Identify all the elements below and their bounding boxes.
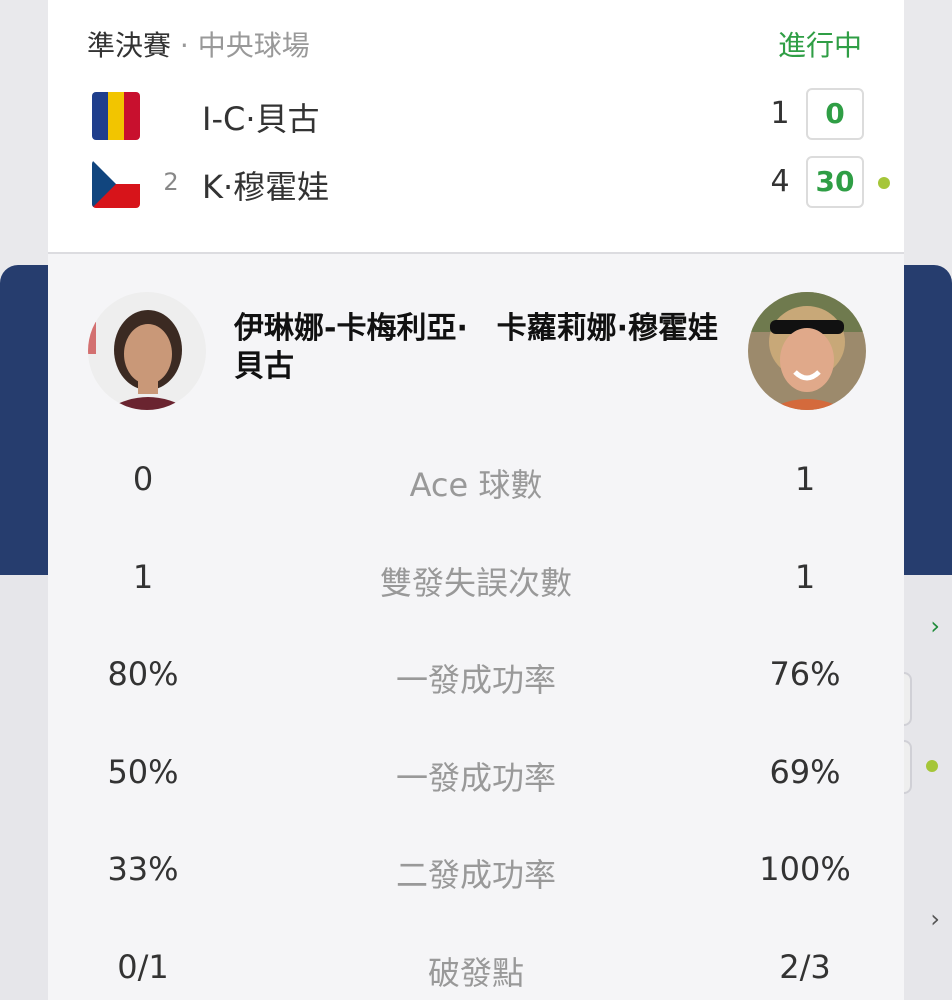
match-detail-panel: 準決賽 · 中央球場 進行中 I-C·貝古 1 0 2 K·穆霍娃 4 30 伊… (48, 0, 904, 1000)
stat-left-value: 0 (132, 460, 154, 498)
czech-flag-icon (92, 160, 140, 208)
player-profiles: 伊琳娜-卡梅利亞·貝古 卡蘿莉娜·穆霍娃 (48, 292, 904, 412)
player-score-row[interactable]: 2 K·穆霍娃 4 30 (48, 154, 904, 214)
match-score-header[interactable]: 準決賽 · 中央球場 進行中 I-C·貝古 1 0 2 K·穆霍娃 4 30 (48, 0, 904, 254)
player-name: K·穆霍娃 (202, 168, 330, 206)
stat-right-value: 1 (794, 460, 816, 498)
round-separator: · (171, 29, 198, 62)
match-status: 進行中 (777, 29, 862, 62)
stat-label: Ace 球數 (409, 466, 543, 504)
stat-left-value: 33% (107, 850, 179, 888)
match-round-info: 準決賽 · 中央球場 (87, 24, 310, 64)
stat-left-value: 50% (107, 752, 179, 791)
player-full-name: 卡蘿莉娜·穆霍娃 (496, 311, 718, 346)
round-label: 準決賽 (87, 29, 172, 62)
stat-left-value: 1 (132, 557, 154, 596)
stat-label: 二發成功率 (395, 856, 556, 894)
stat-right-value: 2/3 (779, 947, 831, 986)
stat-row: 0/1 破發點 2/3 (48, 920, 904, 1000)
serving-indicator-icon (878, 177, 890, 189)
player-sets: 4 (770, 164, 790, 199)
chevron-right-icon: › (930, 612, 940, 640)
match-stats: 0 Ace 球數 1 1 雙發失誤次數 1 80% 一發成功率 76% 50% … (48, 432, 904, 1000)
stat-left-value: 80% (107, 655, 179, 693)
stat-row: 80% 一發成功率 76% (48, 627, 904, 725)
player-seed: 2 (163, 168, 179, 196)
player-name: I-C·貝古 (202, 100, 320, 138)
stat-row: 33% 二發成功率 100% (48, 822, 904, 920)
player-sets: 1 (770, 96, 790, 131)
stat-right-value: 1 (794, 557, 816, 596)
stat-label: 破發點 (427, 953, 524, 992)
stat-label: 一發成功率 (395, 758, 556, 797)
stat-row: 0 Ace 球數 1 (48, 432, 904, 530)
stat-right-value: 76% (769, 655, 841, 693)
stat-label: 一發成功率 (395, 661, 556, 699)
player-points: 30 (806, 156, 864, 208)
player-avatar[interactable] (748, 292, 866, 410)
player-points: 0 (806, 88, 864, 140)
stat-right-value: 100% (759, 850, 851, 888)
stat-row: 50% 一發成功率 69% (48, 725, 904, 823)
stat-right-value: 69% (769, 752, 841, 791)
chevron-right-icon: › (930, 905, 940, 933)
serve-indicator-icon (926, 760, 938, 772)
romania-flag-icon (92, 92, 140, 140)
player-full-name: 伊琳娜-卡梅利亞·貝古 (234, 311, 468, 384)
player-avatar[interactable] (88, 292, 206, 410)
court-label: 中央球場 (197, 29, 310, 62)
stat-left-value: 0/1 (117, 947, 169, 986)
player-score-row[interactable]: I-C·貝古 1 0 (48, 86, 904, 146)
stat-label: 雙發失誤次數 (379, 563, 572, 602)
stat-row: 1 雙發失誤次數 1 (48, 530, 904, 628)
